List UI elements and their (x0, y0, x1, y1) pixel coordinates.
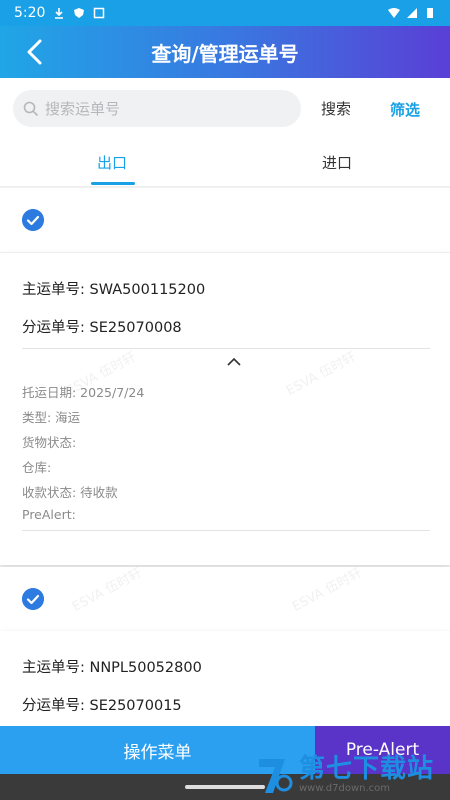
page-title: 查询/管理运单号 (151, 41, 299, 66)
screenshot-status-icon (94, 7, 105, 19)
status-bar: 5:20 (0, 0, 450, 26)
search-box[interactable] (13, 90, 301, 127)
watermark: ESVA 伍时轩 (69, 565, 145, 615)
filter-button[interactable]: 筛选 (390, 99, 420, 120)
nav-bar: 查询/管理运单号 (0, 26, 450, 78)
detail-warehouse: 仓库: (22, 460, 52, 475)
shield-status-icon (74, 8, 85, 18)
select-row: ESVA 伍时轩 ESVA 伍时轩 (0, 566, 450, 631)
select-row (0, 188, 450, 252)
d7-logo-icon (259, 759, 293, 793)
master-waybill-number: 主运单号: SWA500115200 (22, 282, 206, 298)
tab-export[interactable]: 出口 (97, 152, 127, 173)
checkbox-checked-icon[interactable] (22, 209, 44, 231)
status-time: 5:20 (14, 5, 46, 21)
sub-waybill-number: 分运单号: SE25070015 (22, 698, 182, 714)
watermark: ESVA 伍时轩 (283, 349, 359, 399)
sub-waybill-number: 分运单号: SE25070008 (22, 320, 182, 336)
detail-prealert: PreAlert: (22, 507, 76, 522)
site-logo-watermark: 第七下载站 www.d7down.com (255, 752, 445, 798)
search-icon (23, 101, 39, 116)
battery-icon (427, 8, 433, 18)
search-input[interactable] (45, 99, 285, 118)
checkbox-checked-icon[interactable] (22, 588, 44, 610)
master-waybill-number: 主运单号: NNPL50052800 (22, 660, 202, 676)
watermark: ESVA 伍时轩 (289, 565, 365, 615)
divider (22, 530, 430, 531)
logo-name: 第七下载站 (299, 754, 435, 784)
detail-payment-status: 收款状态: 待收款 (22, 485, 118, 500)
detail-ship-date: 托运日期: 2025/7/24 (22, 385, 145, 400)
signal-icon (407, 8, 417, 18)
home-gesture-handle[interactable] (185, 785, 265, 789)
search-row: 搜索 筛选 (0, 78, 450, 140)
detail-type: 类型: 海运 (22, 410, 81, 425)
waybill-card[interactable]: 主运单号: NNPL50052800 分运单号: SE25070015 (0, 631, 450, 731)
divider (22, 348, 430, 349)
back-arrow-icon[interactable] (22, 38, 50, 66)
active-tab-indicator (91, 182, 135, 185)
detail-cargo-status: 货物状态: (22, 435, 77, 450)
logo-url: www.d7down.com (299, 783, 391, 794)
waybill-card[interactable]: 主运单号: SWA500115200 分运单号: SE25070008 托运日期… (0, 253, 450, 565)
tab-import[interactable]: 进口 (322, 152, 352, 173)
wifi-icon (388, 8, 400, 18)
download-status-icon (55, 8, 64, 19)
search-button[interactable]: 搜索 (321, 98, 351, 119)
tab-bar: 出口 进口 (0, 140, 450, 187)
chevron-up-icon[interactable] (226, 357, 242, 367)
